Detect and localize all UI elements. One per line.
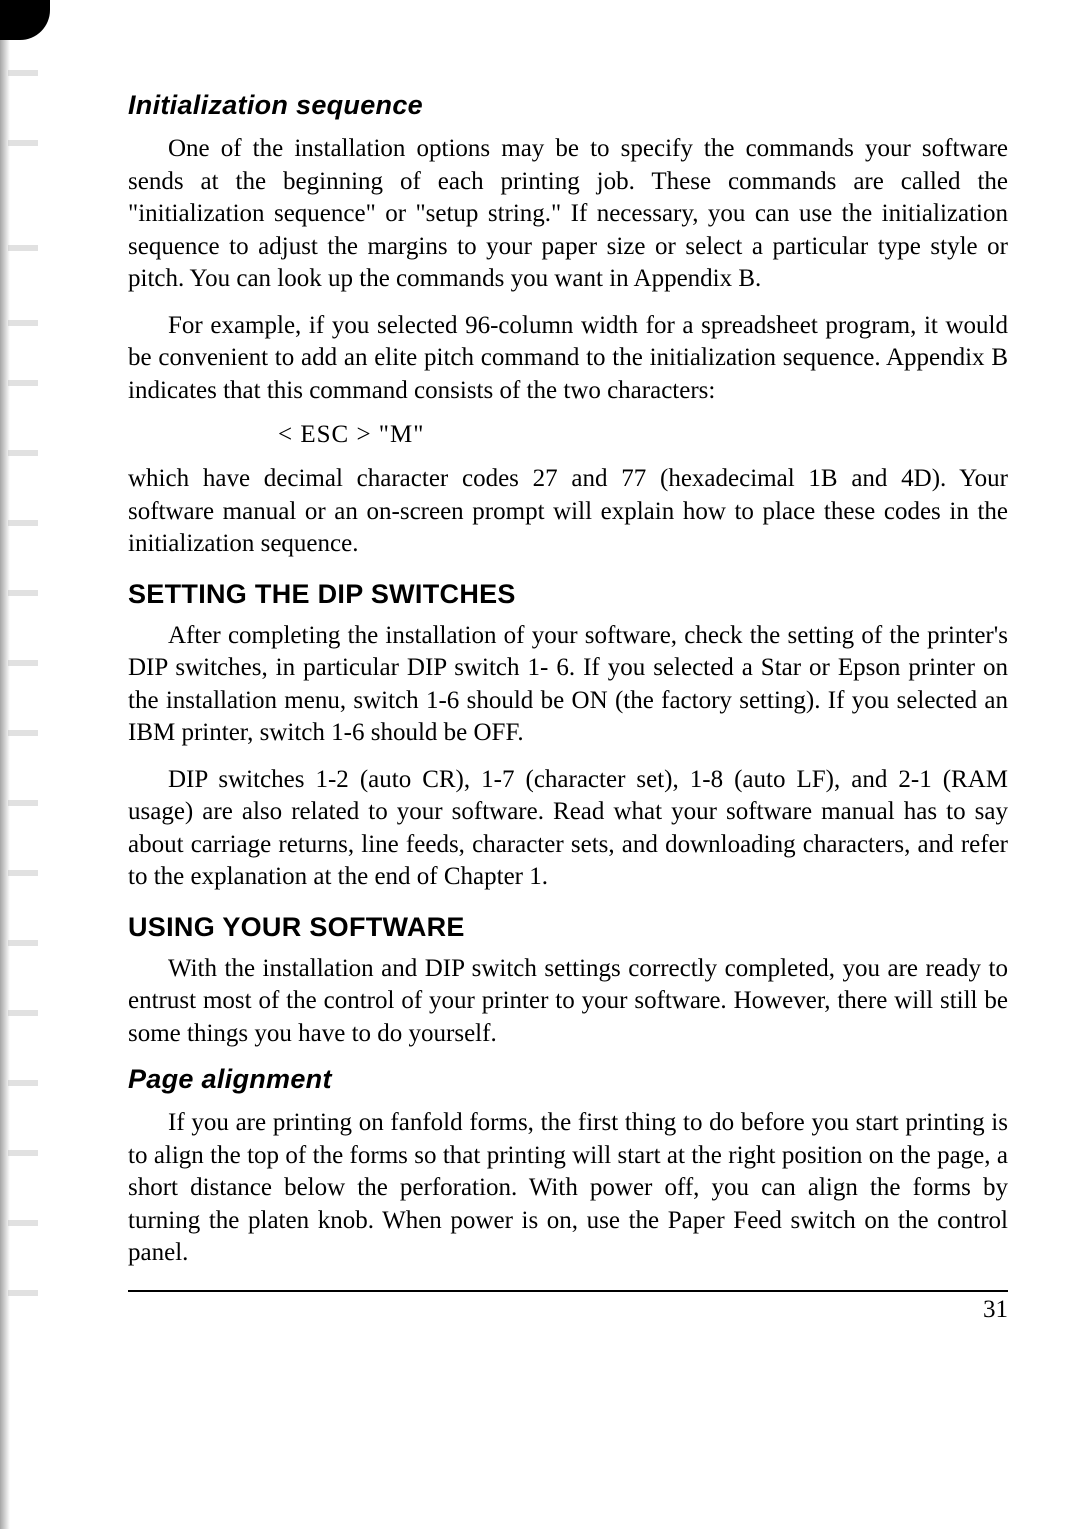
paragraph: With the installation and DIP switch set…: [128, 953, 1008, 1051]
heading-page-alignment: Page alignment: [128, 1064, 1008, 1095]
paragraph-text: With the installation and DIP switch set…: [128, 955, 1008, 1047]
paragraph: One of the installation options may be t…: [128, 133, 1008, 296]
page-content: Initialization sequence One of the insta…: [128, 90, 1008, 1324]
heading-using-your-software: USING YOUR SOFTWARE: [128, 912, 1008, 943]
paragraph: For example, if you selected 96-column w…: [128, 310, 1008, 408]
binding-marks: [8, 0, 48, 1529]
heading-setting-dip-switches: SETTING THE DIP SWITCHES: [128, 579, 1008, 610]
paragraph: DIP switches 1-2 (auto CR), 1-7 (charact…: [128, 764, 1008, 894]
paragraph-text: One of the installation options may be t…: [128, 135, 1008, 292]
paragraph: which have decimal character codes 27 an…: [128, 463, 1008, 561]
paragraph: If you are printing on fanfold forms, th…: [128, 1107, 1008, 1270]
heading-initialization-sequence: Initialization sequence: [128, 90, 1008, 121]
esc-code-line: < ESC > "M": [278, 421, 1008, 449]
paragraph-text: DIP switches 1-2 (auto CR), 1-7 (charact…: [128, 766, 1008, 891]
paragraph-text: For example, if you selected 96-column w…: [128, 312, 1008, 404]
footer-rule: [128, 1290, 1008, 1292]
paragraph-text: If you are printing on fanfold forms, th…: [128, 1109, 1008, 1266]
paragraph-text: which have decimal character codes 27 an…: [128, 465, 1008, 557]
page-number: 31: [128, 1296, 1008, 1324]
paragraph-text: After completing the installation of you…: [128, 622, 1008, 747]
paragraph: After completing the installation of you…: [128, 620, 1008, 750]
